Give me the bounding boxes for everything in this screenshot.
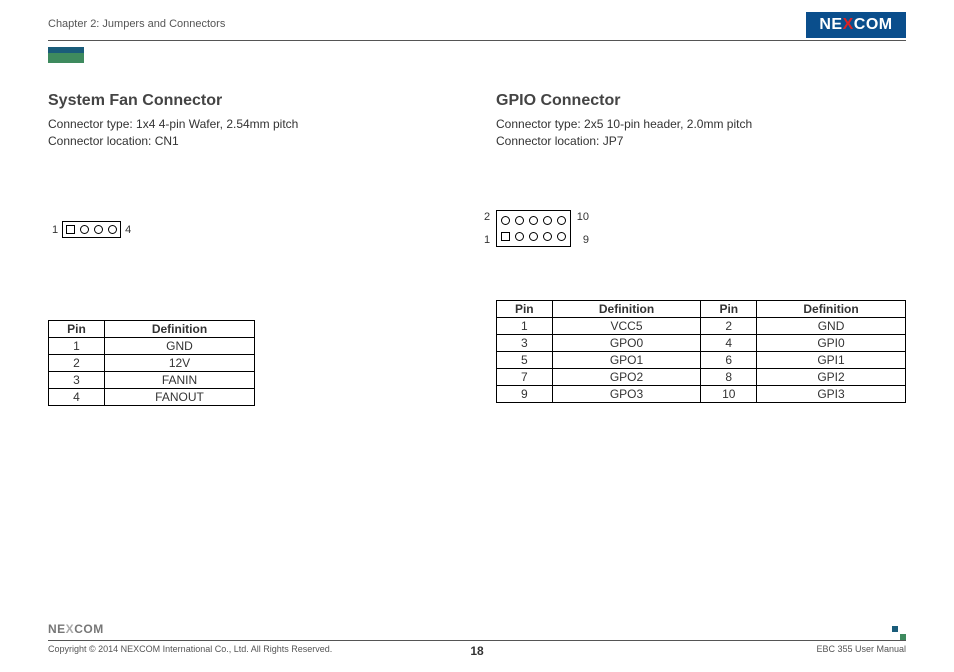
table-cell: GND — [757, 317, 906, 334]
table-row: 1VCC52GND — [497, 317, 906, 334]
page-number: 18 — [470, 644, 483, 658]
table-cell: 6 — [701, 351, 757, 368]
th-def: Definition — [552, 300, 701, 317]
table-cell: 5 — [497, 351, 553, 368]
table-cell: GND — [105, 337, 255, 354]
connector-1x4-box — [62, 221, 121, 238]
left-column: System Fan Connector Connector type: 1x4… — [48, 92, 446, 406]
left-title: System Fan Connector — [48, 92, 446, 110]
table-row: 3GPO04GPI0 — [497, 334, 906, 351]
doc-title: EBC 355 User Manual — [816, 644, 906, 654]
left-loc-line: Connector location: CN1 — [48, 133, 446, 150]
table-cell: 1 — [497, 317, 553, 334]
connector-2x5-box — [496, 210, 571, 247]
right-column: GPIO Connector Connector type: 2x5 10-pi… — [496, 92, 906, 406]
table-cell: 8 — [701, 368, 757, 385]
table-cell: GPI1 — [757, 351, 906, 368]
left-type-line: Connector type: 1x4 4-pin Wafer, 2.54mm … — [48, 116, 446, 133]
table-cell: 4 — [49, 388, 105, 405]
table-row: 9GPO310GPI3 — [497, 385, 906, 402]
footer-logo: NEXCOM — [48, 622, 104, 636]
diag-label-1: 1 — [52, 224, 58, 236]
table-row: 4FANOUT — [49, 388, 255, 405]
table-row: 212V — [49, 354, 255, 371]
pin-1-square-icon — [501, 232, 510, 241]
table-cell: GPI2 — [757, 368, 906, 385]
table-cell: FANOUT — [105, 388, 255, 405]
table-cell: 7 — [497, 368, 553, 385]
pin-circle-icon — [557, 232, 566, 241]
table-cell: FANIN — [105, 371, 255, 388]
th-pin: Pin — [497, 300, 553, 317]
copyright-text: Copyright © 2014 NEXCOM International Co… — [48, 644, 332, 654]
right-connector-diagram: 2 10 1 9 — [496, 210, 906, 250]
th-pin2: Pin — [701, 300, 757, 317]
table-row: 1GND — [49, 337, 255, 354]
pin-circle-icon — [543, 216, 552, 225]
table-cell: 10 — [701, 385, 757, 402]
table-cell: 4 — [701, 334, 757, 351]
table-cell: 1 — [49, 337, 105, 354]
right-loc-line: Connector location: JP7 — [496, 133, 906, 150]
diag-label-10: 10 — [577, 211, 589, 223]
pin-circle-icon — [515, 216, 524, 225]
page-footer: NEXCOM Copyright © 2014 NEXCOM Internati… — [48, 640, 906, 654]
main-columns: System Fan Connector Connector type: 1x4… — [48, 92, 906, 406]
pin-circle-icon — [529, 232, 538, 241]
table-cell: 9 — [497, 385, 553, 402]
nexcom-logo: NEXCOM — [806, 12, 906, 38]
right-type-line: Connector type: 2x5 10-pin header, 2.0mm… — [496, 116, 906, 133]
th-def2: Definition — [757, 300, 906, 317]
left-pin-table: Pin Definition 1GND212V3FANIN4FANOUT — [48, 320, 255, 406]
pin-circle-icon — [501, 216, 510, 225]
pin-1-square-icon — [66, 225, 75, 234]
page-tab-decor — [48, 53, 84, 63]
table-cell: 2 — [701, 317, 757, 334]
table-row: 5GPO16GPI1 — [497, 351, 906, 368]
table-cell: VCC5 — [552, 317, 701, 334]
pin-circle-icon — [543, 232, 552, 241]
pin-circle-icon — [557, 216, 566, 225]
diag-label-4: 4 — [125, 224, 131, 236]
diag-label-2: 2 — [484, 211, 490, 223]
right-title: GPIO Connector — [496, 92, 906, 110]
footer-decor-icon — [892, 626, 906, 640]
table-cell: GPI3 — [757, 385, 906, 402]
diag-label-1b: 1 — [484, 234, 490, 246]
page-header: Chapter 2: Jumpers and Connectors NEXCOM — [48, 18, 906, 42]
table-cell: 3 — [49, 371, 105, 388]
right-pin-table: Pin Definition Pin Definition 1VCC52GND3… — [496, 300, 906, 403]
pin-circle-icon — [515, 232, 524, 241]
pin-circle-icon — [94, 225, 103, 234]
table-cell: GPO0 — [552, 334, 701, 351]
left-connector-diagram: 1 4 — [48, 220, 446, 260]
table-cell: 3 — [497, 334, 553, 351]
pin-circle-icon — [80, 225, 89, 234]
table-cell: 12V — [105, 354, 255, 371]
diag-label-9: 9 — [583, 234, 589, 246]
header-rule — [48, 40, 906, 41]
th-pin: Pin — [49, 320, 105, 337]
table-cell: GPO3 — [552, 385, 701, 402]
table-cell: GPI0 — [757, 334, 906, 351]
table-cell: 2 — [49, 354, 105, 371]
table-cell: GPO1 — [552, 351, 701, 368]
table-row: 7GPO28GPI2 — [497, 368, 906, 385]
table-row: 3FANIN — [49, 371, 255, 388]
table-cell: GPO2 — [552, 368, 701, 385]
pin-circle-icon — [529, 216, 538, 225]
th-def: Definition — [105, 320, 255, 337]
chapter-label: Chapter 2: Jumpers and Connectors — [48, 18, 906, 30]
pin-circle-icon — [108, 225, 117, 234]
